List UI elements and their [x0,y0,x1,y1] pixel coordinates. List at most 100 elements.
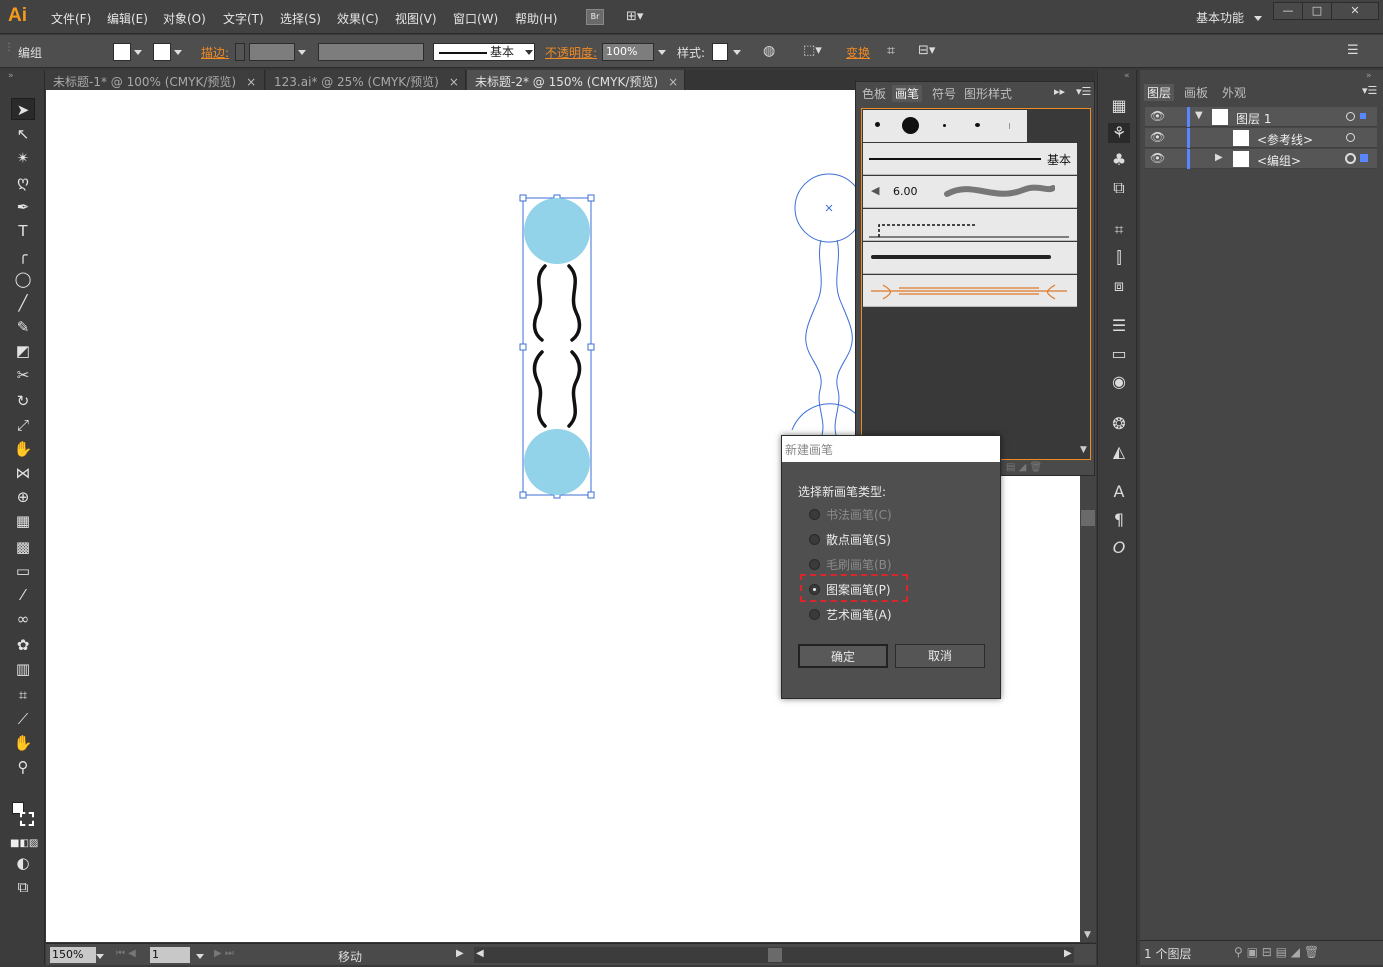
stroke-panel-icon[interactable]: ☰ [1108,316,1130,336]
collapse-icon[interactable]: » [8,71,14,81]
brush-row-scatter[interactable] [863,209,1077,241]
eye-icon[interactable]: 👁 [1150,151,1165,165]
brush-dot-tiny[interactable] [943,124,946,127]
tab-document-3[interactable]: 未标题-2* @ 150% (CMYK/预览) × [467,70,685,90]
fill-stroke-swatches[interactable] [12,802,36,830]
scale-tool-icon[interactable]: ⤢ [11,414,35,436]
tab-document-1[interactable]: 未标题-1* @ 100% (CMYK/预览) × [45,70,265,90]
layer-row-group[interactable]: 👁 ▶ <编组> [1145,149,1377,169]
chevron-down-icon[interactable] [174,50,182,55]
perspective-grid-tool-icon[interactable]: ▦ [11,510,35,532]
eyedropper-tool-icon[interactable]: ⁄ [11,584,35,606]
brush-dot-large[interactable] [902,117,919,134]
graphic-styles-panel-icon[interactable]: ⧉ [1108,178,1130,198]
more-options-icon[interactable]: ⊟▾ [918,43,935,58]
warp-tool-icon[interactable]: ✋ [11,438,35,460]
paintbrush-tool-icon[interactable]: ╱ [11,292,35,314]
selection-indicator[interactable] [1360,154,1368,162]
arrange-documents-icon[interactable]: ⊞▾ [626,9,652,25]
blend-tool-icon[interactable]: ∞ [11,608,35,630]
opacity-label[interactable]: 不透明度: [545,44,597,61]
pathfinder-panel-icon[interactable]: ⧈ [1108,276,1130,296]
brush-definition-dropdown[interactable]: 基本 [433,43,535,61]
tab-appearance[interactable]: 外观 [1222,84,1246,101]
target-icon[interactable] [1346,133,1355,142]
brush-row-basic[interactable]: 基本 [863,143,1077,175]
layers-footer-icons[interactable]: ⚲ ▣ ⊟ ▤ ◢ 🗑 [1234,945,1319,959]
direct-selection-tool-icon[interactable]: ↖ [11,123,35,145]
swatches-panel-icon[interactable]: ▦ [1108,96,1130,116]
scissors-tool-icon[interactable]: ✂ [11,364,35,386]
menu-select[interactable]: 选择(S) [280,10,321,27]
first-artboard-icon[interactable]: ⏮ ◀ [116,948,136,959]
brush-row-charcoal[interactable] [863,242,1077,274]
menu-effect[interactable]: 效果(C) [337,10,379,27]
target-icon[interactable] [1346,112,1355,121]
scroll-right-icon[interactable]: ▶ [1064,948,1072,959]
arc-tool-icon[interactable]: ╭ [11,244,35,266]
magic-wand-tool-icon[interactable]: ✴ [11,147,35,169]
scroll-thumb[interactable] [768,948,782,962]
transform-panel-icon[interactable]: ⌗ [1108,220,1130,240]
eye-icon[interactable]: 👁 [1150,130,1165,144]
brush-row-art[interactable] [863,275,1077,307]
status-menu-icon[interactable]: ▶ [456,948,464,959]
artboard-tool-icon[interactable]: ⌗ [11,684,35,706]
menu-window[interactable]: 窗口(W) [453,10,498,27]
fill-swatch[interactable] [113,43,131,61]
tab-brushes[interactable]: 画笔 [892,85,923,102]
close-window-button[interactable]: ✕ [1331,2,1379,20]
zoom-tool-icon[interactable]: ⚲ [11,756,35,778]
pencil-tool-icon[interactable]: ✎ [11,316,35,338]
opacity-field[interactable]: 100% [602,43,654,61]
selection-tool-icon[interactable]: ➤ [11,98,35,120]
tab-layers[interactable]: 图层 [1144,84,1175,101]
chevron-down-icon[interactable] [96,954,104,959]
brushes-panel-icon[interactable]: ⚘ [1108,123,1130,143]
screen-mode-icon[interactable]: ⧉ [11,876,35,898]
panel-menu-icon[interactable]: ▾☰ [1362,84,1377,97]
variable-width-field[interactable] [318,43,424,61]
type-tool-icon[interactable]: T [11,220,35,242]
column-graph-tool-icon[interactable]: ▥ [11,658,35,680]
target-selected-icon[interactable] [1345,153,1356,164]
menu-edit[interactable]: 编辑(E) [107,10,148,27]
color-guide-panel-icon[interactable]: ❂ [1108,414,1130,434]
isolate-group-icon[interactable]: ⌗ [887,43,895,59]
color-panel-icon[interactable]: ◭ [1108,442,1130,462]
opentype-panel-icon[interactable]: O [1108,538,1130,558]
cancel-button[interactable]: 取消 [895,644,985,668]
brush-dot-thin[interactable] [1009,123,1010,129]
tab-graphic-styles[interactable]: 图形样式 [964,85,1012,102]
radio-button[interactable] [809,534,820,545]
color-mode-icons[interactable]: ■◧▨ [10,838,38,849]
scroll-thumb[interactable] [1081,510,1095,526]
stroke-stepper[interactable] [235,43,245,61]
tab-document-2[interactable]: 123.ai* @ 25% (CMYK/预览) × [266,70,466,90]
radio-button-selected[interactable] [809,584,820,595]
menu-object[interactable]: 对象(O) [163,10,206,27]
workspace-switcher[interactable]: 基本功能 [1196,9,1244,26]
close-icon[interactable]: × [246,75,256,89]
brush-row-calligraphic[interactable]: ◀ 6.00 [863,176,1077,208]
symbol-sprayer-tool-icon[interactable]: ✿ [11,634,35,656]
collapse-icon[interactable]: « [1124,71,1130,81]
tab-swatches[interactable]: 色板 [862,85,886,102]
close-icon[interactable]: × [668,75,678,89]
symbols-panel-icon[interactable]: ♣ [1108,150,1130,170]
scroll-left-icon[interactable]: ◀ [476,948,484,959]
mesh-tool-icon[interactable]: ▩ [11,536,35,558]
free-transform-tool-icon[interactable]: ⋈ [11,462,35,484]
brush-dot-oval[interactable] [975,123,980,127]
chevron-down-icon[interactable] [733,50,741,55]
align-options-icon[interactable]: ⬚▾ [803,43,822,58]
chevron-down-icon[interactable] [134,50,142,55]
drawing-mode-icon[interactable]: ◐ [11,852,35,874]
chevron-down-icon[interactable] [525,50,533,55]
menu-help[interactable]: 帮助(H) [515,10,557,27]
transparency-panel-icon[interactable]: ◉ [1108,372,1130,392]
eye-icon[interactable]: 👁 [1150,109,1165,123]
gradient-tool-icon[interactable]: ▭ [11,560,35,582]
pen-tool-icon[interactable]: ✒ [11,196,35,218]
recolor-artwork-icon[interactable]: ◍ [763,43,775,59]
